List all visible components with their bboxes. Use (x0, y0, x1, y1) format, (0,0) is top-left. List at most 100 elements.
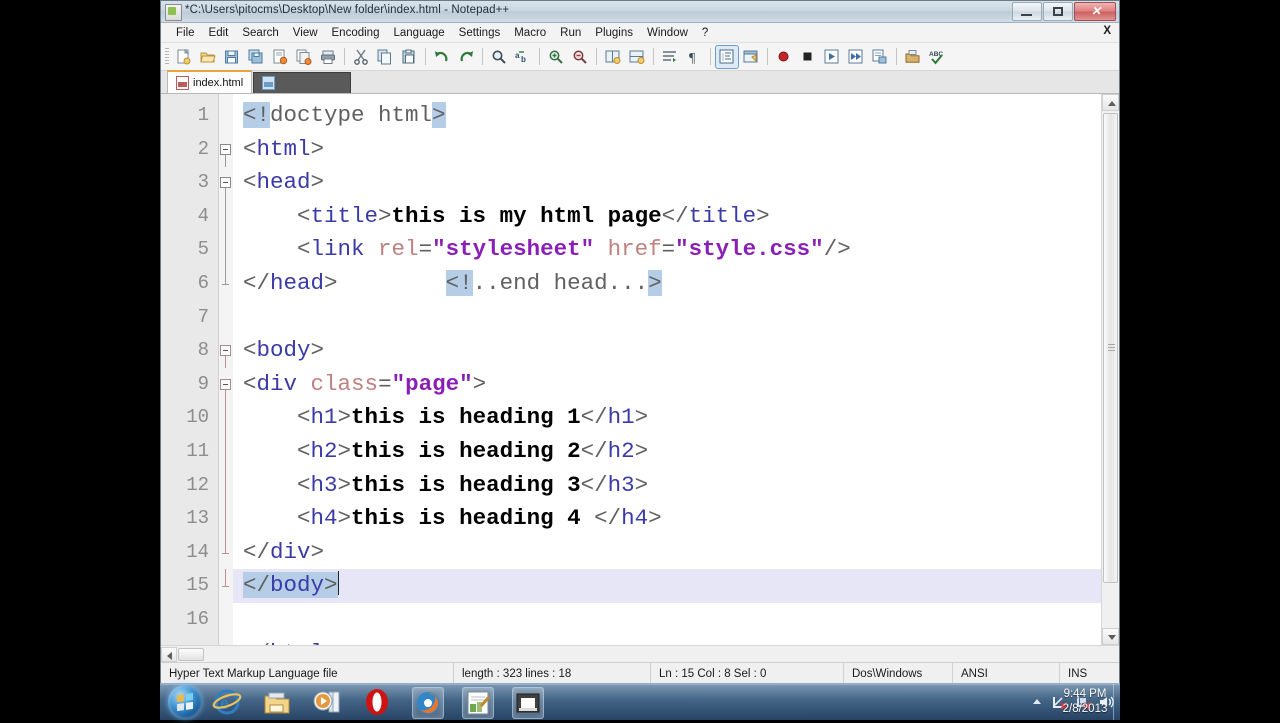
code-line[interactable]: <link rel="stylesheet" href="style.css"/… (233, 233, 1119, 267)
show-all-chars-icon[interactable]: ¶ (683, 46, 705, 68)
code-folding-margin[interactable] (219, 94, 233, 645)
open-file-icon[interactable] (197, 46, 219, 68)
save-icon[interactable] (221, 46, 243, 68)
code-line[interactable]: </head> <!..end head...> (233, 267, 1119, 301)
editor-vertical-scrollbar[interactable] (1101, 94, 1119, 645)
line-number: 5 (161, 233, 218, 267)
window-capture-icon[interactable] (512, 687, 544, 719)
fold-marker[interactable] (219, 166, 233, 200)
print-icon[interactable] (317, 46, 339, 68)
editor-area[interactable]: 1234567891011121314151617 <!doctype html… (161, 94, 1119, 645)
windows-media-player-icon[interactable] (312, 687, 342, 717)
stop-macro-icon[interactable] (797, 46, 819, 68)
fold-marker[interactable] (219, 133, 233, 167)
record-macro-icon[interactable] (773, 46, 795, 68)
taskbar-clock[interactable]: 9:44 PM 2/8/2013 (1053, 687, 1117, 717)
menu-item-view[interactable]: View (286, 25, 325, 41)
code-token: < (243, 505, 311, 531)
sync-vertical-icon[interactable] (602, 46, 624, 68)
code-line[interactable]: </html> (233, 637, 1119, 646)
code-line[interactable]: <!doctype html> (233, 99, 1119, 133)
close-window-button[interactable]: ✕ (1074, 2, 1116, 21)
code-line[interactable]: <h3>this is heading 3</h3> (233, 469, 1119, 503)
run-icon[interactable] (902, 46, 924, 68)
start-button[interactable] (168, 685, 202, 719)
code-token: < (243, 438, 311, 464)
windows-explorer-icon[interactable] (262, 687, 292, 717)
code-token: < (243, 236, 311, 262)
spellcheck-icon[interactable]: ABC (926, 46, 948, 68)
vertical-scroll-thumb[interactable] (1103, 113, 1118, 583)
maximize-button[interactable] (1043, 2, 1073, 21)
zoom-out-icon[interactable] (569, 46, 591, 68)
redo-icon[interactable] (455, 46, 477, 68)
close-document-button[interactable]: X (1103, 25, 1111, 37)
internet-explorer-icon[interactable]: e (212, 687, 242, 717)
code-line[interactable]: <head> (233, 166, 1119, 200)
code-token: html (270, 640, 324, 646)
opera-browser-icon[interactable] (362, 687, 392, 717)
code-line[interactable]: <title>this is my html page</title> (233, 200, 1119, 234)
menu-item-window[interactable]: Window (640, 25, 695, 41)
tab-index-html[interactable]: index.html (167, 70, 252, 93)
menu-item-plugins[interactable]: Plugins (588, 25, 640, 41)
code-line[interactable]: <div class="page"> (233, 368, 1119, 402)
scroll-up-button[interactable] (1102, 94, 1119, 111)
play-macro-icon[interactable] (821, 46, 843, 68)
code-line[interactable] (233, 301, 1119, 335)
code-line[interactable] (233, 603, 1119, 637)
undo-icon[interactable] (431, 46, 453, 68)
word-wrap-icon[interactable] (659, 46, 681, 68)
code-text-area[interactable]: <!doctype html><html><head> <title>this … (233, 94, 1119, 645)
menu-item-search[interactable]: Search (235, 25, 285, 41)
zoom-in-icon[interactable] (545, 46, 567, 68)
user-defined-dialog-icon[interactable] (740, 46, 762, 68)
scroll-down-button[interactable] (1102, 628, 1119, 645)
sync-horizontal-icon[interactable] (626, 46, 648, 68)
menu-item-macro[interactable]: Macro (507, 25, 553, 41)
code-line[interactable]: <h2>this is heading 2</h2> (233, 435, 1119, 469)
replace-icon[interactable]: ab (512, 46, 534, 68)
indent-guide-icon[interactable] (716, 46, 738, 68)
close-all-icon[interactable] (293, 46, 315, 68)
fold-marker[interactable] (219, 368, 233, 402)
code-line[interactable]: </body> (233, 569, 1119, 603)
menu-item-encoding[interactable]: Encoding (325, 25, 387, 41)
scroll-left-button[interactable] (161, 647, 177, 662)
copy-icon[interactable] (374, 46, 396, 68)
save-macro-icon[interactable] (869, 46, 891, 68)
firefox-browser-icon[interactable] (412, 687, 444, 719)
menu-item-run[interactable]: Run (553, 25, 588, 41)
notepad-plus-plus-icon[interactable] (462, 687, 494, 719)
title-bar[interactable]: *C:\Users\pitocms\Desktop\New folder\ind… (161, 1, 1119, 23)
code-line[interactable]: <html> (233, 133, 1119, 167)
code-token: link (311, 236, 365, 262)
show-desktop-button[interactable] (1113, 684, 1120, 720)
tab-second-document[interactable] (253, 72, 351, 93)
editor-horizontal-scrollbar[interactable] (161, 645, 1119, 662)
code-token: this is my html page (392, 203, 662, 229)
code-line[interactable]: <body> (233, 334, 1119, 368)
save-all-icon[interactable] (245, 46, 267, 68)
show-hidden-icons-arrow[interactable] (1029, 694, 1045, 710)
code-line[interactable]: <h4>this is heading 4 </h4> (233, 502, 1119, 536)
code-line[interactable]: <h1>this is heading 1</h1> (233, 401, 1119, 435)
menu-item-edit[interactable]: Edit (202, 25, 236, 41)
horizontal-scroll-thumb[interactable] (178, 648, 204, 661)
menu-item-settings[interactable]: Settings (452, 25, 508, 41)
menu-item-help[interactable]: ? (695, 25, 715, 41)
new-file-icon[interactable] (173, 46, 195, 68)
line-number: 2 (161, 133, 218, 167)
cut-icon[interactable] (350, 46, 372, 68)
toolbar-separator (539, 48, 540, 65)
find-icon[interactable] (488, 46, 510, 68)
toolbar-grip[interactable] (165, 48, 169, 66)
fold-marker[interactable] (219, 334, 233, 368)
code-line[interactable]: </div> (233, 536, 1119, 570)
close-file-icon[interactable] (269, 46, 291, 68)
menu-item-language[interactable]: Language (386, 25, 451, 41)
minimize-button[interactable] (1012, 2, 1042, 21)
menu-item-file[interactable]: File (169, 25, 202, 41)
play-multiple-icon[interactable] (845, 46, 867, 68)
paste-icon[interactable] (398, 46, 420, 68)
